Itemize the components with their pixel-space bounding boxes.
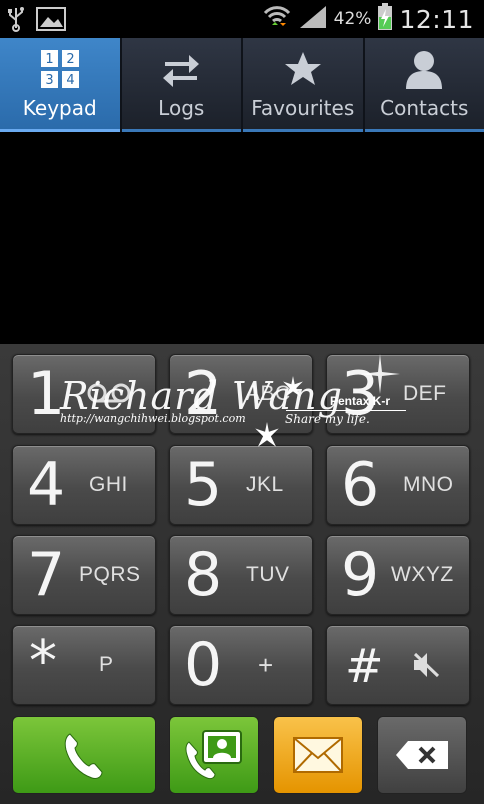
status-bar: 42% 12:11 xyxy=(0,0,484,38)
key-digit: 1 xyxy=(27,359,66,429)
key-7[interactable]: 7 PQRS xyxy=(12,535,156,615)
clock-time: 12:11 xyxy=(399,4,474,34)
tab-logs[interactable]: Logs xyxy=(121,38,243,132)
phone-icon xyxy=(64,733,103,779)
key-letters: P xyxy=(99,653,114,676)
usb-icon xyxy=(6,6,26,36)
svg-text:4: 4 xyxy=(66,73,74,88)
svg-text:2: 2 xyxy=(66,52,74,67)
mute-icon xyxy=(411,650,441,684)
backspace-button[interactable] xyxy=(377,716,467,794)
key-letters: PQRS xyxy=(79,563,141,586)
key-0[interactable]: 0 + xyxy=(169,625,313,705)
key-digit: 4 xyxy=(27,450,66,520)
key-digit: 3 xyxy=(341,359,380,429)
key-8[interactable]: 8 TUV xyxy=(169,535,313,615)
tab-label: Favourites xyxy=(251,96,355,120)
star-icon xyxy=(284,52,321,85)
key-digit: * xyxy=(29,629,57,694)
tab-label: Keypad xyxy=(22,96,97,120)
key-letters: GHI xyxy=(89,473,128,496)
key-4[interactable]: 4 GHI xyxy=(12,445,156,525)
key-hash[interactable]: # xyxy=(326,625,470,705)
key-3[interactable]: 3 DEF xyxy=(326,354,470,434)
key-1[interactable]: 1 xyxy=(12,354,156,434)
key-letters: WXYZ xyxy=(391,563,454,586)
video-call-button[interactable] xyxy=(169,716,259,794)
tab-label: Logs xyxy=(158,96,205,120)
battery-charging-icon xyxy=(377,3,393,35)
dialer-tab-bar: 1 2 3 4 Keypad Logs Favourites Contacts xyxy=(0,38,484,132)
person-icon xyxy=(406,51,443,89)
tab-label: Contacts xyxy=(380,96,469,120)
swap-arrows-icon xyxy=(163,55,200,87)
wifi-icon xyxy=(262,3,292,35)
svg-text:1: 1 xyxy=(45,52,53,67)
signal-icon xyxy=(298,4,328,34)
key-digit: 7 xyxy=(27,540,66,610)
tab-contacts[interactable]: Contacts xyxy=(364,38,484,132)
key-9[interactable]: 9 WXYZ xyxy=(326,535,470,615)
key-letters: DEF xyxy=(403,382,447,405)
envelope-icon xyxy=(293,737,343,773)
call-button[interactable] xyxy=(12,716,156,794)
key-letters: ABC xyxy=(246,382,291,405)
key-2[interactable]: 2 ABC xyxy=(169,354,313,434)
key-letters: TUV xyxy=(246,563,290,586)
key-digit: 6 xyxy=(341,450,380,520)
key-5[interactable]: 5 JKL xyxy=(169,445,313,525)
tab-keypad[interactable]: 1 2 3 4 Keypad xyxy=(0,38,122,132)
key-letters: MNO xyxy=(403,473,454,496)
voicemail-icon xyxy=(87,381,131,409)
key-letters: + xyxy=(258,650,274,680)
keypad-icon: 1 2 3 4 xyxy=(40,50,79,88)
key-digit: # xyxy=(345,639,384,693)
key-digit: 0 xyxy=(184,630,223,700)
key-digit: 9 xyxy=(341,540,380,610)
key-digit: 5 xyxy=(184,450,223,520)
message-button[interactable] xyxy=(273,716,363,794)
number-display[interactable] xyxy=(0,132,484,344)
battery-percent: 42% xyxy=(333,9,372,29)
key-letters: JKL xyxy=(246,473,284,496)
key-digit: 2 xyxy=(184,359,223,429)
svg-text:3: 3 xyxy=(45,73,53,88)
tab-favourites[interactable]: Favourites xyxy=(243,38,365,132)
key-digit: 8 xyxy=(184,540,223,610)
gallery-icon xyxy=(36,7,66,35)
video-call-icon xyxy=(185,730,242,780)
backspace-icon xyxy=(396,741,448,769)
key-star[interactable]: * P xyxy=(12,625,156,705)
key-6[interactable]: 6 MNO xyxy=(326,445,470,525)
